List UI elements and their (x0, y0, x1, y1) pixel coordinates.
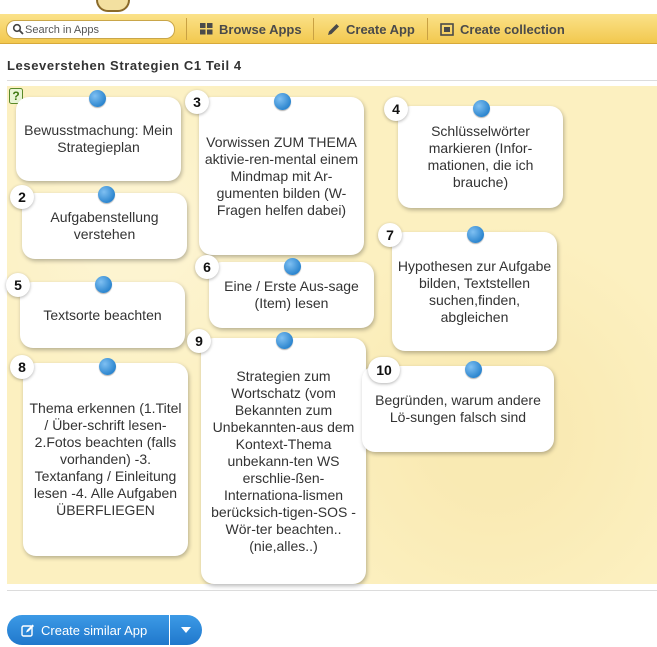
divider (7, 80, 657, 81)
card-text: Eine / Erste Aus-sage (Item) lesen (224, 278, 359, 311)
card-text: Textsorte beachten (43, 306, 162, 323)
create-similar-app-label: Create similar App (41, 622, 148, 638)
page-title: Leseverstehen Strategien C1 Teil 4 (7, 58, 242, 73)
card-number-badge: 8 (10, 355, 34, 379)
pin-icon (465, 361, 482, 378)
pencil-icon (328, 23, 339, 35)
card-text: Aufgabenstellung verstehen (50, 209, 159, 242)
search-input[interactable] (25, 22, 173, 37)
collection-icon (440, 22, 454, 36)
toolbar-divider (427, 18, 428, 40)
pin-icon (89, 90, 106, 107)
toolbar: Browse Apps Create App Create collection (0, 14, 657, 44)
strategy-card[interactable]: Vorwissen ZUM THEMA aktivie-ren-mental e… (199, 97, 364, 255)
toolbar-divider (313, 18, 314, 40)
create-app-label: Create App (346, 21, 415, 37)
create-collection-label: Create collection (460, 21, 565, 37)
caret-down-icon (181, 627, 191, 633)
card-number-badge: 7 (378, 223, 402, 247)
strategy-card[interactable]: Strategien zum Wortschatz (vom Bekannten… (201, 338, 366, 584)
card-text: Hypothesen zur Aufgabe bilden, Textstell… (397, 257, 552, 325)
strategy-card[interactable]: Thema erkennen (1.Titel / Über-schrift l… (23, 363, 188, 556)
card-number-badge: 4 (384, 97, 408, 121)
strategy-card[interactable]: Bewusstmachung: Mein Strategieplan (16, 97, 181, 181)
edit-icon (21, 624, 34, 637)
pin-icon (467, 226, 484, 243)
top-strip (0, 0, 657, 14)
create-collection-button[interactable]: Create collection (440, 20, 565, 38)
card-number-badge: 2 (10, 185, 34, 209)
pin-icon (99, 358, 116, 375)
card-text: Bewusstmachung: Mein Strategieplan (24, 122, 173, 155)
create-similar-app-button[interactable]: Create similar App (7, 615, 169, 645)
toolbar-divider (186, 18, 187, 40)
pin-icon (284, 258, 301, 275)
card-number-badge: 3 (185, 90, 209, 114)
pin-icon (473, 100, 490, 117)
strategy-card[interactable]: Schlüsselwörter markieren (Infor-matione… (398, 106, 563, 208)
divider (7, 590, 657, 591)
card-number-badge: 9 (187, 329, 211, 353)
create-options-dropdown[interactable] (170, 615, 202, 645)
card-text: Thema erkennen (1.Titel / Über-schrift l… (29, 400, 182, 518)
pin-icon (274, 93, 291, 110)
card-text: Begründen, warum andere Lö-sungen falsch… (375, 392, 541, 425)
card-text: Strategien zum Wortschatz (vom Bekannten… (211, 367, 356, 554)
pin-icon (98, 186, 115, 203)
create-app-button[interactable]: Create App (327, 20, 415, 38)
pin-icon (276, 332, 293, 349)
card-text: Vorwissen ZUM THEMA aktivie-ren-mental e… (204, 133, 359, 218)
site-logo-fragment (96, 0, 130, 12)
card-text: Schlüsselwörter markieren (Infor-matione… (427, 123, 534, 190)
strategy-card[interactable]: Hypothesen zur Aufgabe bilden, Textstell… (392, 232, 557, 351)
pin-icon (95, 276, 112, 293)
card-number-badge: 10 (368, 357, 400, 383)
browse-apps-label: Browse Apps (219, 21, 302, 37)
card-number-badge: 6 (195, 255, 219, 279)
browse-apps-button[interactable]: Browse Apps (200, 20, 302, 38)
grid-icon (200, 23, 213, 35)
card-number-badge: 5 (6, 273, 30, 297)
search-icon (12, 23, 24, 35)
search-box[interactable] (6, 20, 175, 39)
